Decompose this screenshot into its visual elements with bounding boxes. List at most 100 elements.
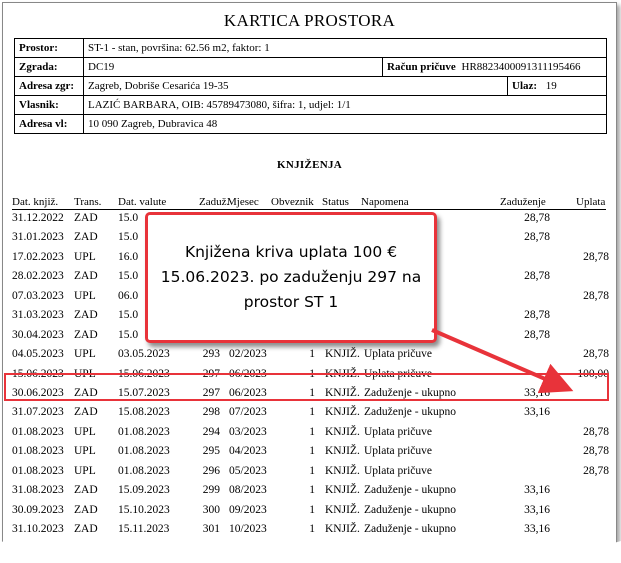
cell-dat-knjiz: 17.02.2023 <box>12 250 64 263</box>
vlasnik-value: LAZIĆ BARBARA, OIB: 45789473080, šifra: … <box>83 95 607 115</box>
cell-dat-valute: 15.09.2023 <box>118 484 170 497</box>
cell-trans: ZAD <box>74 212 98 224</box>
cell-dat-valute: 06.0 <box>118 289 139 302</box>
cell-trans: UPL <box>74 445 96 458</box>
torn-edge <box>0 539 621 563</box>
cell-dat-valute: 15.08.2023 <box>118 406 170 419</box>
cell-mjesec: 09/2023 <box>229 503 267 516</box>
cell-napomena: Uplata pričuve <box>364 464 433 477</box>
cell-dat-valute: 15.0 <box>118 212 139 224</box>
cell-zaduzenje: 28,78 <box>524 212 550 224</box>
cell-obveznik: 1 <box>309 445 315 458</box>
table-row: 31.08.2023 ZAD 15.09.2023 299 08/2023 1 KNJIŽ.… <box>3 482 616 501</box>
cell-napomena: Uplata pričuve <box>364 348 433 361</box>
cell-zaduzenje: 28,78 <box>524 231 550 244</box>
cell-dat-valute: 15.0 <box>118 309 139 322</box>
cell-zaduz: 294 <box>202 425 220 438</box>
info-table: Prostor: ST-1 - stan, površina: 62.56 m2… <box>14 38 607 134</box>
cell-status: KNJIŽ. <box>325 503 360 516</box>
cell-zaduz: 299 <box>202 484 220 497</box>
adresa-vl-label: Adresa vl: <box>14 114 84 134</box>
cell-trans: UPL <box>74 289 96 302</box>
table-row: 01.08.2023 UPL 01.08.2023 295 04/2023 1 KNJIŽ.… <box>3 443 616 462</box>
cell-dat-valute: 15.10.2023 <box>118 503 170 516</box>
cell-obveznik: 1 <box>309 464 315 477</box>
cell-trans: ZAD <box>74 270 98 283</box>
col-zaduz: Zaduž. <box>199 196 230 208</box>
prostor-label: Prostor: <box>14 38 84 58</box>
table-row: 01.08.2023 UPL 01.08.2023 296 05/2023 1 KNJIŽ.… <box>3 463 616 482</box>
cell-dat-knjiz: 01.08.2023 <box>12 445 64 458</box>
cell-obveznik: 1 <box>309 348 315 361</box>
col-dat-knjiz: Dat. knjiž. <box>12 196 59 208</box>
cell-zaduzenje: 28,78 <box>524 328 550 341</box>
cell-trans: UPL <box>74 425 96 438</box>
adresa-zgr-label: Adresa zgr: <box>14 76 84 96</box>
cell-trans: ZAD <box>74 328 98 341</box>
col-zaduzenje: Zaduženje <box>500 196 546 208</box>
cell-status: KNJIŽ. <box>325 445 360 458</box>
cell-status: KNJIŽ. <box>325 484 360 497</box>
col-obveznik: Obveznik <box>271 196 314 208</box>
cell-mjesec: 03/2023 <box>229 425 267 438</box>
ulaz-cell: Ulaz: 19 <box>507 76 607 96</box>
cell-dat-knjiz: 07.03.2023 <box>12 289 64 302</box>
document-page: KARTICA PROSTORA Prostor: ST-1 - stan, p… <box>2 2 617 557</box>
col-uplata: Uplata <box>576 196 606 208</box>
racun-value: HR8823400091311195466 <box>461 61 581 73</box>
cell-dat-knjiz: 31.07.2023 <box>12 406 64 419</box>
cell-trans: ZAD <box>74 503 98 516</box>
cell-napomena: Zaduženje - ukupno <box>364 406 456 419</box>
adresa-zgr-value: Zagreb, Dobriše Cesarića 19-35 <box>83 76 508 96</box>
cell-zaduz: 295 <box>202 445 220 458</box>
callout-box: Knjižena kriva uplata 100 € 15.06.2023. … <box>145 212 437 343</box>
page-title: KARTICA PROSTORA <box>223 11 396 30</box>
cell-mjesec: 07/2023 <box>229 406 267 419</box>
cell-obveznik: 1 <box>309 484 315 497</box>
cell-trans: UPL <box>74 250 96 263</box>
cell-trans: ZAD <box>74 231 98 244</box>
cell-obveznik: 1 <box>309 503 315 516</box>
cell-uplata: 28,78 <box>583 425 609 438</box>
ulaz-label: Ulaz: <box>512 80 538 92</box>
cell-dat-valute: 01.08.2023 <box>118 445 170 458</box>
cell-dat-knjiz: 04.05.2023 <box>12 348 64 361</box>
cell-dat-valute: 15.0 <box>118 231 139 244</box>
col-mjesec: Mjesec <box>227 196 259 208</box>
zgrada-value: DC19 <box>83 57 383 77</box>
col-trans: Trans. <box>74 196 102 208</box>
cell-napomena: Zaduženje - ukupno <box>364 503 456 516</box>
callout-text: Knjižena kriva uplata 100 € 15.06.2023. … <box>160 243 422 311</box>
cell-dat-knjiz: 31.03.2023 <box>12 309 64 322</box>
cell-trans: UPL <box>74 348 96 361</box>
cell-dat-valute: 16.0 <box>118 250 139 263</box>
cell-status: KNJIŽ. <box>325 425 360 438</box>
table-row: 31.07.2023 ZAD 15.08.2023 298 07/2023 1 KNJIŽ.… <box>3 404 616 423</box>
cell-dat-knjiz: 31.01.2023 <box>12 231 64 244</box>
cell-napomena: Uplata pričuve <box>364 425 433 438</box>
table-row: 30.09.2023 ZAD 15.10.2023 300 09/2023 1 KNJIŽ.… <box>3 502 616 521</box>
cell-napomena: Uplata pričuve <box>364 445 433 458</box>
cell-napomena: Zaduženje - ukupno <box>364 484 456 497</box>
adresa-vl-value: 10 090 Zagreb, Dubravica 48 <box>83 114 607 134</box>
cell-zaduzenje: 28,78 <box>524 309 550 322</box>
cell-dat-knjiz: 01.08.2023 <box>12 425 64 438</box>
highlight-row-box <box>4 373 609 401</box>
cell-zaduz: 293 <box>202 348 220 361</box>
cell-dat-knjiz: 28.02.2023 <box>12 270 64 283</box>
cell-zaduzenje: 33,16 <box>524 406 550 419</box>
table-row: 01.08.2023 UPL 01.08.2023 294 03/2023 1 KNJIŽ.… <box>3 424 616 443</box>
cell-dat-knjiz: 30.09.2023 <box>12 503 64 516</box>
section-heading: KNJIŽENJA <box>276 159 343 171</box>
cell-uplata: 28,78 <box>583 464 609 477</box>
cell-dat-valute: 03.05.2023 <box>118 348 170 361</box>
cell-dat-knjiz: 01.08.2023 <box>12 464 64 477</box>
cell-mjesec: 08/2023 <box>229 484 267 497</box>
cell-mjesec: 05/2023 <box>229 464 267 477</box>
table-row: 04.05.2023 UPL 03.05.2023 293 02/2023 1 KNJIŽ.… <box>3 346 616 365</box>
cell-zaduz: 300 <box>202 503 220 516</box>
cell-dat-knjiz: 31.12.2022 <box>12 212 64 224</box>
cell-dat-valute: 15.0 <box>118 328 139 341</box>
cell-dat-knjiz: 30.04.2023 <box>12 328 64 341</box>
cell-zaduzenje: 33,16 <box>524 484 550 497</box>
